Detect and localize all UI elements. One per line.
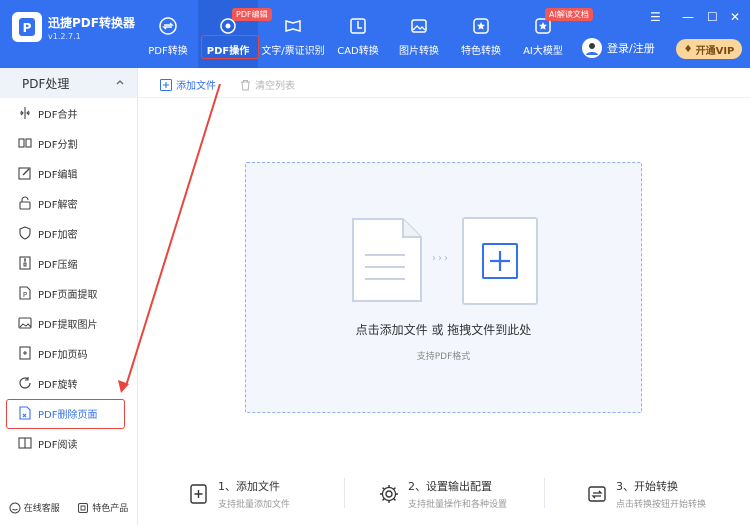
annotation-arrow: [118, 83, 221, 393]
